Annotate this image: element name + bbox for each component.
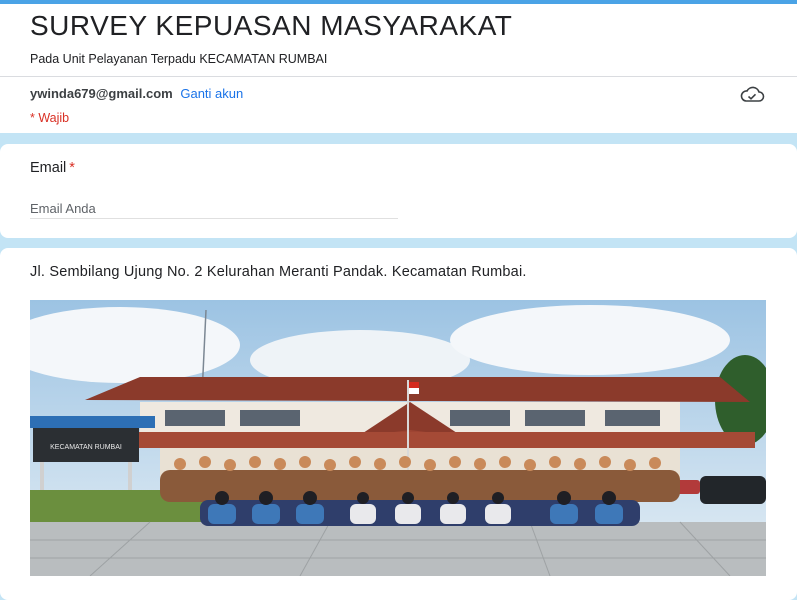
- required-note: * Wajib: [30, 111, 70, 125]
- info-section-card: Jl. Sembilang Ujung No. 2 Kelurahan Mera…: [0, 248, 797, 600]
- account-email: ywinda679@gmail.com: [30, 86, 173, 101]
- email-input[interactable]: [30, 198, 398, 219]
- form-title: SURVEY KEPUASAN MASYARAKAT: [30, 10, 513, 41]
- cloud-saved-icon[interactable]: [739, 86, 765, 104]
- email-question-card: Email *: [0, 144, 797, 238]
- form-subtitle: Pada Unit Pelayanan Terpadu KECAMATAN RU…: [30, 52, 328, 66]
- photo-sign-text: KECAMATAN RUMBAI: [50, 444, 122, 451]
- account-row: ywinda679@gmail.com Ganti akun: [30, 86, 243, 101]
- email-label-text: Email: [30, 160, 67, 176]
- header-divider: [0, 76, 797, 77]
- office-address: Jl. Sembilang Ujung No. 2 Kelurahan Mera…: [30, 264, 527, 280]
- switch-account-link[interactable]: Ganti akun: [180, 86, 243, 101]
- form-header-card: SURVEY KEPUASAN MASYARAKAT Pada Unit Pel…: [0, 0, 797, 133]
- office-group-photo: KECAMATAN RUMBAI: [30, 300, 766, 576]
- required-star: *: [69, 160, 75, 176]
- email-question-label: Email *: [30, 160, 75, 176]
